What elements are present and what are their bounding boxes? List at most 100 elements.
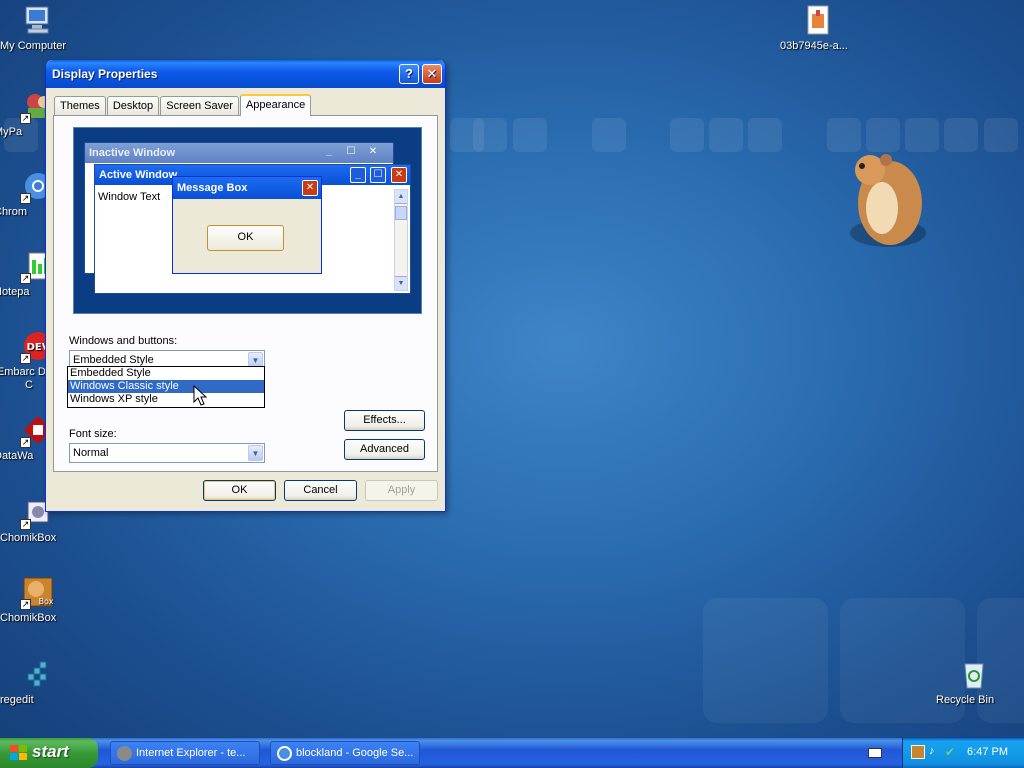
background-tile (827, 118, 861, 152)
inactive-window-title: Inactive Window (89, 147, 176, 159)
cancel-button[interactable]: Cancel (284, 480, 357, 501)
desktop-icon-regedit[interactable]: regedit (0, 658, 76, 706)
desktop-icon-label: MyPa (0, 126, 23, 138)
tab-themes[interactable]: Themes (54, 96, 106, 116)
archive-icon (802, 4, 834, 36)
taskbar-item-internet-explorer[interactable]: Internet Explorer - te... (110, 741, 260, 765)
taskbar-item-chrome[interactable]: blockland - Google Se... (270, 741, 420, 765)
desktop-icon-label: DataWa (0, 450, 34, 462)
background-tile (670, 118, 704, 152)
hamster-mascot (838, 148, 928, 258)
tab-screen-saver[interactable]: Screen Saver (160, 96, 239, 116)
desktop-icon-my-computer[interactable]: My Computer (0, 4, 76, 52)
background-tile (709, 118, 743, 152)
windows-buttons-value: Embedded Style (73, 354, 154, 366)
ok-button[interactable]: OK (203, 480, 276, 501)
close-icon: ✕ (368, 146, 378, 157)
taskbar: start Internet Explorer - te... blocklan… (0, 738, 1024, 768)
scroll-down-icon: ▼ (395, 276, 407, 290)
advanced-button[interactable]: Advanced (344, 439, 425, 460)
hamster-box-icon: Box ↗ (20, 576, 54, 610)
maximize-icon: ☐ (370, 167, 386, 183)
svg-text:Box: Box (39, 597, 54, 606)
desktop-icon-file[interactable]: 03b7945e-a... (780, 4, 856, 52)
desktop-icon-recycle-bin[interactable]: Recycle Bin (936, 658, 1012, 706)
settings-app-icon (117, 746, 132, 761)
tray-network-icon[interactable]: ✔ (945, 745, 959, 759)
windows-buttons-label: Windows and buttons: (69, 335, 178, 347)
preview-scrollbar: ▲ ▼ (394, 189, 408, 291)
font-size-value: Normal (73, 447, 109, 459)
desktop-icon-label: My Computer (0, 40, 67, 52)
shortcut-arrow-icon: ↗ (20, 273, 31, 284)
message-box-ok-button: OK (207, 225, 284, 251)
taskbar-item-label: blockland - Google Se... (296, 747, 414, 759)
desktop-icon-label: ChomikBox (0, 532, 57, 544)
desktop-icon-chomikbox-shortcut[interactable]: Box ↗ ChomikBox (0, 576, 76, 624)
message-box-title: Message Box (177, 182, 248, 194)
desktop-icon-label: 03b7945e-a... (780, 40, 848, 52)
dropdown-option[interactable]: Windows XP style (68, 393, 264, 406)
keyboard-icon[interactable] (868, 748, 882, 758)
close-icon: ✕ (302, 180, 318, 196)
shortcut-arrow-icon: ↗ (20, 599, 31, 610)
active-window-title: Active Window (99, 169, 178, 181)
background-tile (473, 118, 507, 152)
dialog-title: Display Properties (52, 67, 158, 81)
scroll-up-icon: ▲ (395, 190, 407, 204)
tab-desktop[interactable]: Desktop (106, 96, 160, 116)
apply-button[interactable]: Apply (365, 480, 438, 501)
effects-button[interactable]: Effects... (344, 410, 425, 431)
font-size-label: Font size: (69, 428, 117, 440)
background-tile (944, 118, 978, 152)
chrome-icon (277, 746, 292, 761)
computer-icon (22, 4, 54, 36)
maximize-icon: ☐ (346, 146, 356, 157)
mouse-cursor-icon (193, 384, 208, 410)
background-tile (703, 598, 828, 723)
close-button[interactable]: ✕ (422, 64, 442, 84)
clock[interactable]: 6:47 PM (967, 746, 1008, 758)
windows-logo-icon (10, 745, 28, 761)
start-button[interactable]: start (0, 738, 98, 768)
system-tray: ♪ ✔ 6:47 PM (902, 738, 1024, 768)
appearance-preview: Inactive Window _ ☐ ✕ Active Window _ ☐ … (73, 127, 422, 314)
font-size-select[interactable]: Normal ▼ (69, 443, 265, 463)
message-box-titlebar: Message Box ✕ (173, 177, 321, 199)
shortcut-arrow-icon: ↗ (20, 353, 31, 364)
start-label: start (32, 742, 69, 761)
dropdown-option[interactable]: Embedded Style (68, 367, 264, 380)
windows-buttons-dropdown: Embedded Style Windows Classic style Win… (67, 366, 265, 408)
tab-strip: Themes Desktop Screen Saver Appearance (54, 94, 312, 116)
desktop-icon-label: Notepa (0, 286, 30, 298)
chevron-down-icon[interactable]: ▼ (248, 445, 263, 461)
tray-sound-icon[interactable]: ♪ (929, 745, 941, 759)
tab-appearance[interactable]: Appearance (239, 94, 312, 116)
shortcut-arrow-icon: ↗ (20, 113, 31, 124)
display-properties-dialog: Display Properties ? ✕ Themes Desktop Sc… (45, 60, 446, 512)
scroll-thumb (395, 206, 407, 220)
inactive-window-titlebar: Inactive Window _ ☐ ✕ (85, 143, 393, 163)
background-tile (592, 118, 626, 152)
desktop-icon-label: ChomikBox (0, 612, 57, 624)
minimize-icon: _ (350, 167, 366, 183)
help-button[interactable]: ? (399, 64, 419, 84)
background-tile (513, 118, 547, 152)
regedit-icon (22, 658, 54, 690)
background-tile (866, 118, 900, 152)
background-tile (984, 118, 1018, 152)
shortcut-arrow-icon: ↗ (20, 437, 31, 448)
background-tile (905, 118, 939, 152)
background-tile (748, 118, 782, 152)
tray-chomikbox-icon[interactable] (911, 745, 925, 759)
shortcut-arrow-icon: ↗ (20, 519, 31, 530)
dialog-titlebar[interactable]: Display Properties ? ✕ (46, 60, 445, 88)
preview-message-box: Message Box ✕ OK (172, 176, 322, 274)
close-icon: ✕ (391, 167, 407, 183)
dropdown-option-selected[interactable]: Windows Classic style (68, 380, 264, 393)
shortcut-arrow-icon: ↗ (20, 193, 31, 204)
appearance-panel: Inactive Window _ ☐ ✕ Active Window _ ☐ … (53, 115, 438, 472)
minimize-icon: _ (326, 146, 332, 157)
window-text-sample: Window Text (98, 191, 161, 203)
recycle-bin-icon (958, 658, 990, 690)
